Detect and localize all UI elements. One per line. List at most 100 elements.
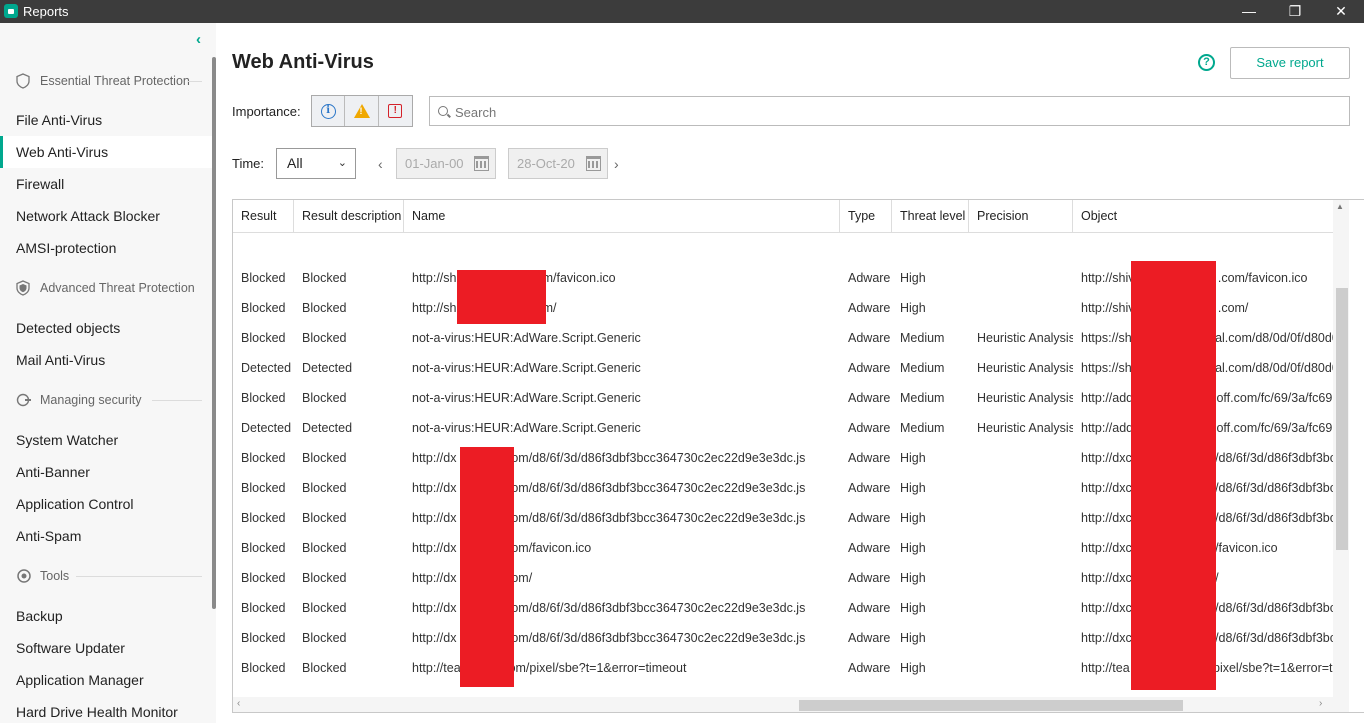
cell-result-description: Blocked [302,271,347,285]
cell-threat-level: High [900,631,926,645]
cell-result: Blocked [241,331,286,345]
cell-result: Blocked [241,391,286,405]
sidebar-item-file-anti-virus[interactable]: File Anti-Virus [0,104,212,136]
column-header-threat-level[interactable]: Threat level [892,200,969,233]
time-value: All [287,155,303,171]
importance-warning-button[interactable] [345,96,379,126]
cell-name: not-a-virus:HEUR:AdWare.Script.Generic [412,391,641,405]
sidebar-item-network-attack-blocker[interactable]: Network Attack Blocker [0,200,212,232]
sidebar-item-firewall[interactable]: Firewall [0,168,212,200]
cell-result: Blocked [241,301,286,315]
horizontal-scroll-thumb[interactable] [799,700,1183,711]
help-icon[interactable]: ? [1198,54,1215,71]
cell-result: Detected [241,361,292,375]
table-header: Result Result description Name Type Thre… [233,200,1333,233]
date-from-field[interactable]: 01-Jan-00 [396,148,496,179]
cell-type: Adware [848,421,891,435]
importance-critical-button[interactable]: ! [378,96,412,126]
collapse-sidebar-icon[interactable]: ‹ [196,31,210,48]
events-table: Result Result description Name Type Thre… [232,199,1364,713]
calendar-icon[interactable] [474,156,489,171]
main-panel: Web Anti-Virus ? Save report Importance:… [216,23,1364,723]
importance-info-button[interactable]: i [312,96,346,126]
cell-threat-level: High [900,271,926,285]
critical-icon: ! [388,104,403,118]
cell-threat-level: Medium [900,421,945,435]
cell-result-description: Blocked [302,301,347,315]
scroll-up-icon[interactable]: ▲ [1336,202,1344,211]
search-icon [438,106,448,116]
save-report-button[interactable]: Save report [1230,47,1350,79]
sidebar: ‹ Essential Threat Protection File Anti-… [0,23,216,723]
date-to-value: 28-Oct-20 [517,156,575,171]
cell-precision [969,623,1073,653]
cell-result: Blocked [241,541,286,555]
cell-result-description: Blocked [302,481,347,495]
cell-precision [969,593,1073,623]
sidebar-item-anti-spam[interactable]: Anti-Spam [0,520,212,552]
tools-icon [16,568,32,584]
time-dropdown[interactable]: All ⌄ [276,148,356,179]
sidebar-item-web-anti-virus[interactable]: Web Anti-Virus [0,136,212,168]
info-icon: i [320,103,336,119]
scroll-left-icon[interactable]: ‹ [237,698,240,709]
time-label: Time: [232,156,265,171]
next-period-icon[interactable]: › [614,156,619,172]
calendar-icon[interactable] [586,156,601,171]
sidebar-item-application-control[interactable]: Application Control [0,488,212,520]
column-header-result-description[interactable]: Result description [294,200,404,233]
shield-icon [16,73,32,89]
column-header-name[interactable]: Name [404,200,840,233]
warning-icon [353,104,370,118]
close-button[interactable]: ✕ [1318,0,1364,23]
cell-precision [969,443,1073,473]
gear-shield-icon [16,392,32,408]
sidebar-item-mail-anti-virus[interactable]: Mail Anti-Virus [0,344,212,376]
vertical-scroll-thumb[interactable] [1336,288,1348,550]
cell-result: Detected [241,421,292,435]
column-header-type[interactable]: Type [840,200,892,233]
sidebar-item-hard-drive-health-monitor[interactable]: Hard Drive Health Monitor [0,696,212,723]
sidebar-item-application-manager[interactable]: Application Manager [0,664,212,696]
cell-precision: Heuristic Analysis [977,391,1073,405]
cell-type: Adware [848,391,891,405]
sidebar-item-software-updater[interactable]: Software Updater [0,632,212,664]
sidebar-item-detected-objects[interactable]: Detected objects [0,312,212,344]
restore-button[interactable]: ❐ [1272,0,1318,23]
search-input[interactable] [455,102,1335,122]
vertical-scrollbar[interactable]: ▲ [1333,200,1349,697]
cell-result: Blocked [241,601,286,615]
cell-type: Adware [848,541,891,555]
cell-precision [969,563,1073,593]
sidebar-item-amsi-protection[interactable]: AMSI-protection [0,232,212,264]
cell-threat-level: High [900,511,926,525]
cell-precision [969,293,1073,323]
previous-period-icon[interactable]: ‹ [378,156,383,172]
cell-result-description: Blocked [302,391,347,405]
cell-type: Adware [848,361,891,375]
cell-result-description: Blocked [302,631,347,645]
sidebar-item-system-watcher[interactable]: System Watcher [0,424,212,456]
cell-result-description: Detected [302,361,353,375]
horizontal-scrollbar[interactable]: ‹ › [233,697,1349,712]
column-header-result[interactable]: Result [233,200,294,233]
window-title: Reports [23,4,69,19]
column-header-precision[interactable]: Precision [969,200,1073,233]
cell-type: Adware [848,601,891,615]
minimize-button[interactable]: — [1226,0,1272,23]
cell-precision [969,473,1073,503]
importance-filter: i ! [311,95,413,127]
sidebar-item-backup[interactable]: Backup [0,600,212,632]
scroll-right-icon[interactable]: › [1319,698,1322,709]
redaction-block [457,270,546,324]
date-to-field[interactable]: 28-Oct-20 [508,148,608,179]
cell-precision: Heuristic Analysis [977,331,1073,345]
cell-threat-level: High [900,541,926,555]
cell-precision: Heuristic Analysis [977,361,1073,375]
sidebar-item-anti-banner[interactable]: Anti-Banner [0,456,212,488]
cell-name: not-a-virus:HEUR:AdWare.Script.Generic [412,421,641,435]
app-shield-icon [4,4,18,18]
cell-type: Adware [848,451,891,465]
column-header-object[interactable]: Object [1073,200,1333,233]
cell-precision [969,653,1073,683]
